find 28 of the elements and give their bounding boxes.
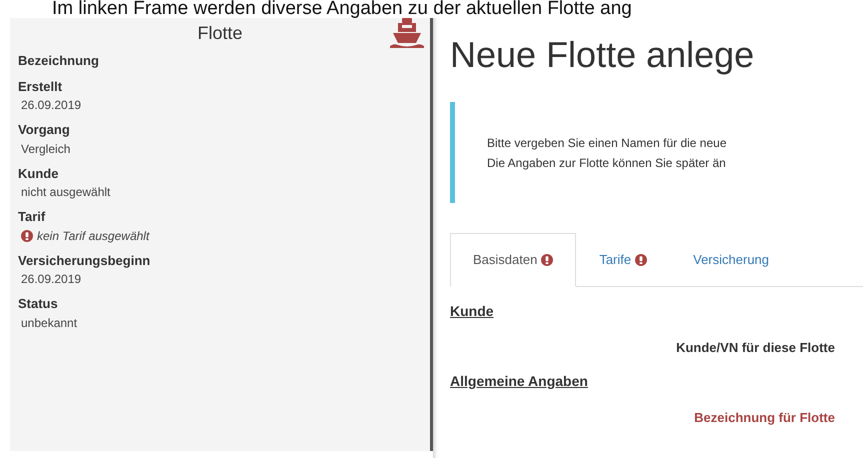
field-value: 26.09.2019 <box>21 97 82 114</box>
form-label: Kunde/VN für diese Flotte <box>675 338 835 356</box>
field-value: Vergleich <box>21 140 70 158</box>
field-label: Erstellt <box>18 78 64 96</box>
field-label: Status <box>18 295 59 313</box>
section-heading: Allgemeine Angaben <box>450 372 589 391</box>
section-heading: Kunde <box>450 302 495 320</box>
caption-text: Im linken Frame werden diverse Angaben zu der aktuellen Flotte ang <box>51 0 633 16</box>
field-label: Kunde <box>18 164 60 182</box>
field-value: 26.09.2019 <box>21 271 82 288</box>
field-value: kein Tarif ausgewählt <box>37 228 150 244</box>
field-value: unbekannt <box>21 314 78 332</box>
field-label: Versicherungsbeginn <box>18 252 152 270</box>
alert-icon <box>635 254 648 266</box>
field-label: Tarif <box>18 208 46 226</box>
alert-icon <box>541 254 554 266</box>
page-heading: Neue Flotte anlege <box>450 33 756 77</box>
tab[interactable]: Basisdaten <box>450 233 576 286</box>
tab[interactable]: Tarife <box>576 233 670 286</box>
field-value: nicht ausgewählt <box>21 184 110 201</box>
form-label: Bezeichnung für Flotte <box>693 409 835 427</box>
callout-text: Die Angaben zur Flotte können Sie später än <box>487 155 727 172</box>
sidebar-title: Flotte <box>197 23 243 43</box>
alert-icon <box>21 230 33 242</box>
callout-text: Bitte vergeben Sie einen Namen für die neue <box>487 135 728 152</box>
field-label: Vorgang <box>18 121 71 139</box>
tab[interactable]: Versicherung <box>670 233 792 286</box>
field-label: Bezeichnung <box>18 52 100 70</box>
